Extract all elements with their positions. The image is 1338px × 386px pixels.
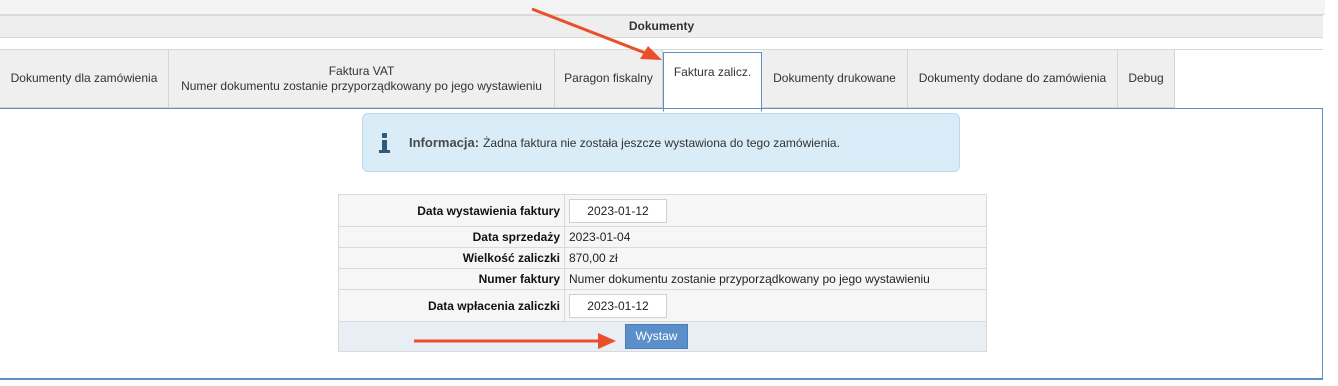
top-band [0,0,1325,15]
payment-date-label: Data wpłacenia zaliczki [338,289,565,322]
tab-sublabel: Numer dokumentu zostanie przyporządkowan… [181,78,542,93]
sale-date-label: Data sprzedaży [338,226,565,248]
invoice-number-value: Numer dokumentu zostanie przyporządkowan… [564,268,987,290]
form-actions: Wystaw [338,321,987,352]
info-icon [377,132,391,153]
tab-faktura-vat[interactable]: Faktura VAT Numer dokumentu zostanie prz… [169,50,555,108]
info-alert: Informacja: Żadna faktura nie została je… [362,113,960,172]
payment-date-input[interactable] [569,293,667,318]
tab-dokumenty-dodane[interactable]: Dokumenty dodane do zamówienia [908,50,1118,108]
section-header: Dokumenty [0,15,1323,38]
tab-bar: Dokumenty dla zamówienia Faktura VAT Num… [0,49,1323,112]
tab-label: Debug [1128,71,1164,85]
tab-label: Dokumenty dla zamówienia [10,71,158,85]
form-row: Data wystawienia faktury [338,194,987,227]
form-row: Wielkość zaliczki 870,00 zł [338,247,987,269]
tab-paragon-fiskalny[interactable]: Paragon fiskalny [555,50,663,108]
tab-label: Dokumenty drukowane [773,71,896,85]
tab-dokumenty-dla-zamowienia[interactable]: Dokumenty dla zamówienia [0,50,169,108]
invoice-number-label: Numer faktury [338,268,565,290]
issue-date-cell [564,194,987,227]
tab-dokumenty-drukowane[interactable]: Dokumenty drukowane [762,50,908,108]
advance-amount-value: 870,00 zł [564,247,987,269]
tab-debug[interactable]: Debug [1118,50,1175,108]
tab-label: Paragon fiskalny [564,71,653,85]
sale-date-value: 2023-01-04 [564,226,987,248]
tab-faktura-zalicz[interactable]: Faktura zalicz. [663,52,762,112]
form-row: Data sprzedaży 2023-01-04 [338,226,987,248]
info-message: Żadna faktura nie została jeszcze wystaw… [483,135,840,150]
info-title: Informacja: [409,135,480,150]
issue-date-input[interactable] [569,198,667,223]
wystaw-button[interactable]: Wystaw [624,324,689,349]
tab-label: Faktura VAT [328,63,395,78]
form-row: Numer faktury Numer dokumentu zostanie p… [338,268,987,290]
advance-amount-label: Wielkość zaliczki [338,247,565,269]
form-row: Data wpłacenia zaliczki [338,289,987,322]
issue-date-label: Data wystawienia faktury [338,194,565,227]
tab-label: Dokumenty dodane do zamówienia [918,71,1107,85]
form-actions-row: Wystaw [338,321,987,352]
invoice-form: Data wystawienia faktury Data sprzedaży … [338,194,987,352]
tab-label: Faktura zalicz. [673,65,752,79]
payment-date-cell [564,289,987,322]
